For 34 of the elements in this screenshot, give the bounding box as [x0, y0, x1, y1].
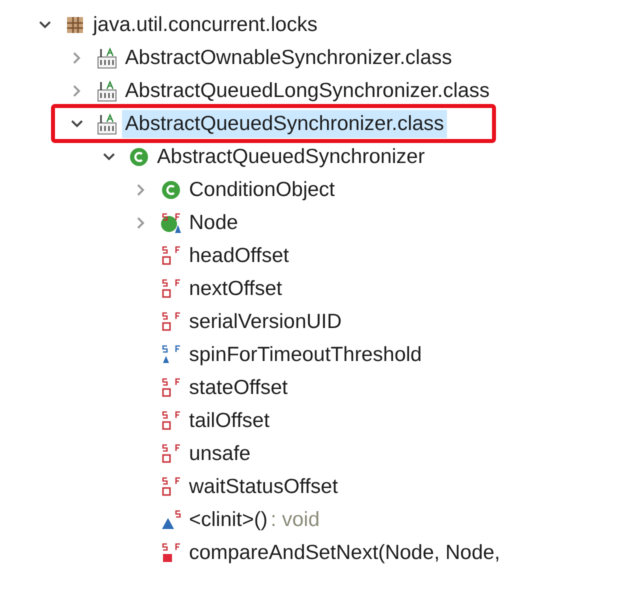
class-file-icon — [96, 80, 118, 102]
field-icon — [160, 476, 182, 498]
tree-item[interactable]: serialVersionUID — [186, 308, 345, 336]
tree-item[interactable]: compareAndSetNext(Node, Node, — [186, 538, 504, 566]
field-icon — [160, 344, 182, 366]
tree-item[interactable]: AbstractOwnableSynchronizer.class — [122, 44, 456, 72]
return-type: : void — [270, 508, 320, 532]
tree-item[interactable]: AbstractQueuedSynchronizer — [154, 142, 428, 170]
class-file-icon — [96, 112, 118, 134]
tree-item[interactable]: waitStatusOffset — [186, 472, 341, 500]
class-icon — [128, 146, 150, 168]
field-icon — [160, 442, 182, 464]
class-file-icon — [96, 46, 118, 68]
tree-item[interactable]: spinForTimeoutThreshold — [186, 340, 425, 368]
class-icon — [160, 178, 182, 200]
tree-item[interactable]: Node — [186, 208, 242, 236]
field-icon — [160, 244, 182, 266]
tree-item[interactable]: stateOffset — [186, 374, 291, 402]
tree-item[interactable]: java.util.concurrent.locks — [90, 10, 320, 38]
field-icon — [160, 310, 182, 332]
tree-item[interactable]: AbstractQueuedLongSynchronizer.class — [122, 76, 493, 104]
tree-item[interactable]: AbstractQueuedSynchronizer.class — [122, 110, 448, 138]
tree-item[interactable]: nextOffset — [186, 274, 286, 302]
field-icon — [160, 410, 182, 432]
class-icon — [160, 212, 182, 234]
field-icon — [160, 278, 182, 300]
tree-item[interactable]: unsafe — [186, 440, 254, 468]
tree-item[interactable]: ConditionObject — [186, 176, 338, 204]
method-icon — [160, 542, 182, 564]
tree-item[interactable]: <clinit>() — [186, 506, 271, 534]
field-icon — [160, 376, 182, 398]
tree-item[interactable]: headOffset — [186, 242, 292, 270]
tree-item[interactable]: tailOffset — [186, 406, 273, 434]
method-icon — [160, 508, 182, 530]
